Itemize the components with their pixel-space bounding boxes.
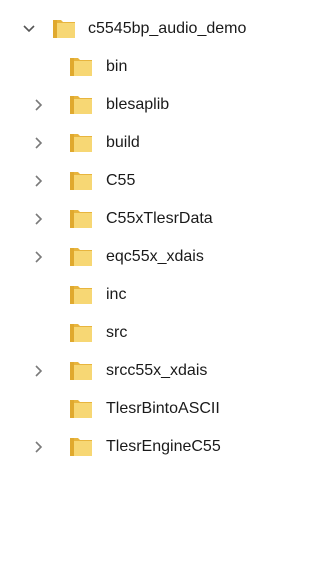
chevron-right-icon[interactable]: [32, 98, 46, 112]
tree-item-label: c5545bp_audio_demo: [88, 20, 247, 37]
tree-item[interactable]: blesaplib: [0, 86, 321, 124]
chevron-right-icon[interactable]: [32, 440, 46, 454]
chevron-right-icon[interactable]: [32, 136, 46, 150]
folder-icon: [68, 435, 94, 459]
folder-tree: c5545bp_audio_demo bin blesaplib build C55 C…: [0, 0, 321, 564]
folder-icon: [68, 131, 94, 155]
folder-icon: [68, 169, 94, 193]
chevron-right-icon[interactable]: [32, 174, 46, 188]
tree-item-label: build: [106, 134, 140, 151]
tree-item[interactable]: src: [0, 314, 321, 352]
tree-item[interactable]: C55: [0, 162, 321, 200]
folder-icon: [68, 55, 94, 79]
tree-item-label: TlesrBintoASCII: [106, 400, 220, 417]
folder-icon: [68, 207, 94, 231]
tree-item-label: blesaplib: [106, 96, 170, 113]
tree-item[interactable]: TlesrEngineC55: [0, 428, 321, 466]
chevron-right-icon[interactable]: [32, 212, 46, 226]
tree-item-label: TlesrEngineC55: [106, 438, 221, 455]
tree-item[interactable]: C55xTlesrData: [0, 200, 321, 238]
folder-icon: [68, 359, 94, 383]
tree-item[interactable]: TlesrBintoASCII: [0, 390, 321, 428]
tree-item[interactable]: inc: [0, 276, 321, 314]
folder-icon: [68, 397, 94, 421]
tree-root-item[interactable]: c5545bp_audio_demo: [0, 10, 321, 48]
tree-item-label: eqc55x_xdais: [106, 248, 204, 265]
tree-item-label: C55xTlesrData: [106, 210, 213, 227]
tree-item-label: inc: [106, 286, 127, 303]
tree-item-label: bin: [106, 58, 128, 75]
tree-item-label: srcc55x_xdais: [106, 362, 208, 379]
folder-icon: [68, 283, 94, 307]
tree-item-label: C55: [106, 172, 136, 189]
chevron-right-icon[interactable]: [32, 250, 46, 264]
folder-icon: [51, 17, 77, 41]
chevron-right-icon[interactable]: [32, 364, 46, 378]
folder-icon: [68, 93, 94, 117]
folder-icon: [68, 321, 94, 345]
folder-icon: [68, 245, 94, 269]
tree-item-label: src: [106, 324, 128, 341]
tree-item[interactable]: eqc55x_xdais: [0, 238, 321, 276]
chevron-down-icon[interactable]: [22, 22, 36, 36]
tree-item[interactable]: bin: [0, 48, 321, 86]
tree-item[interactable]: srcc55x_xdais: [0, 352, 321, 390]
tree-item[interactable]: build: [0, 124, 321, 162]
